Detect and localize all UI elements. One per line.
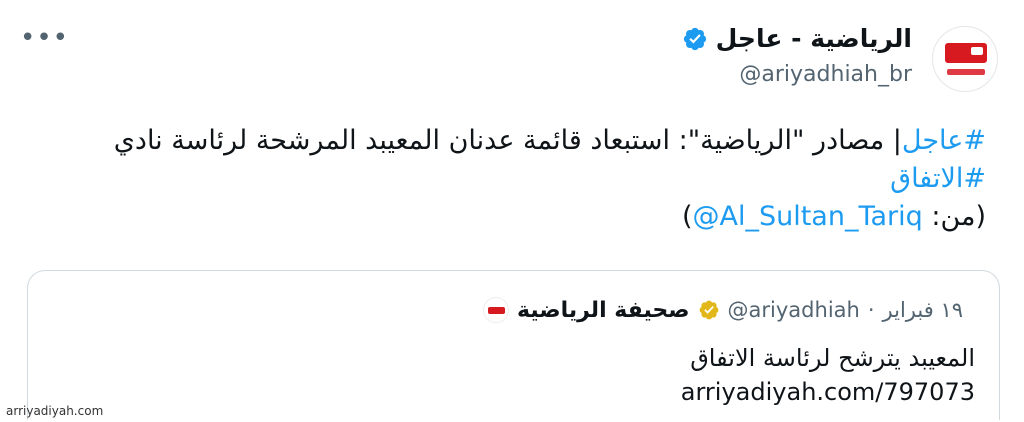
gold-verified-badge-icon (699, 300, 718, 320)
quoted-tweet-body: المعيبد يترشح لرئاسة الاتفاق arriyadiyah… (681, 341, 975, 409)
quoted-avatar[interactable] (483, 297, 510, 323)
source-suffix: ) (681, 201, 693, 232)
quoted-handle[interactable]: @ariyadhiah (728, 298, 860, 322)
tweet-text: #عاجل| مصادر "الرياضية": استبعاد قائمة ع… (26, 122, 986, 236)
quoted-tweet-card[interactable]: صحيفة الرياضية @ariyadhiah · ١٩ فبراير ا… (27, 270, 1000, 420)
quoted-tweet-header: صحيفة الرياضية @ariyadhiah · ١٩ فبراير (483, 297, 963, 323)
tweet-line-1-text: | مصادر "الرياضية": استبعاد قائمة عدنان … (113, 125, 902, 156)
quoted-text: المعيبد يترشح لرئاسة الاتفاق (690, 344, 975, 372)
hashtag-link[interactable]: #عاجل (902, 125, 986, 156)
avatar[interactable] (932, 26, 998, 92)
brand-logo-icon (945, 43, 987, 63)
separator-dot: · (867, 298, 875, 322)
verified-badge-icon (683, 27, 706, 50)
display-name[interactable]: الرياضية - عاجل (716, 24, 912, 53)
watermark: arriyadiyah.com (6, 404, 104, 418)
brand-logo-subtext (947, 69, 985, 75)
quoted-display-name[interactable]: صحيفة الرياضية (517, 298, 690, 323)
tweet-line-3: (من: @Al_Sultan_Tariq) (26, 198, 986, 236)
quoted-url[interactable]: arriyadiyah.com/797073 (681, 375, 975, 409)
user-handle[interactable]: @ariyadhiah_br (739, 62, 912, 87)
author-row: الرياضية - عاجل (682, 24, 912, 53)
tweet-line-1: #عاجل| مصادر "الرياضية": استبعاد قائمة ع… (26, 122, 986, 160)
more-options-icon[interactable]: ••• (20, 25, 69, 51)
source-prefix: (من: (922, 201, 986, 232)
mention-link[interactable]: @Al_Sultan_Tariq (692, 201, 922, 232)
tweet-line-2: #الاتفاق (26, 160, 986, 198)
quoted-date[interactable]: ١٩ فبراير (883, 298, 963, 322)
hashtag-link[interactable]: #الاتفاق (890, 163, 986, 194)
